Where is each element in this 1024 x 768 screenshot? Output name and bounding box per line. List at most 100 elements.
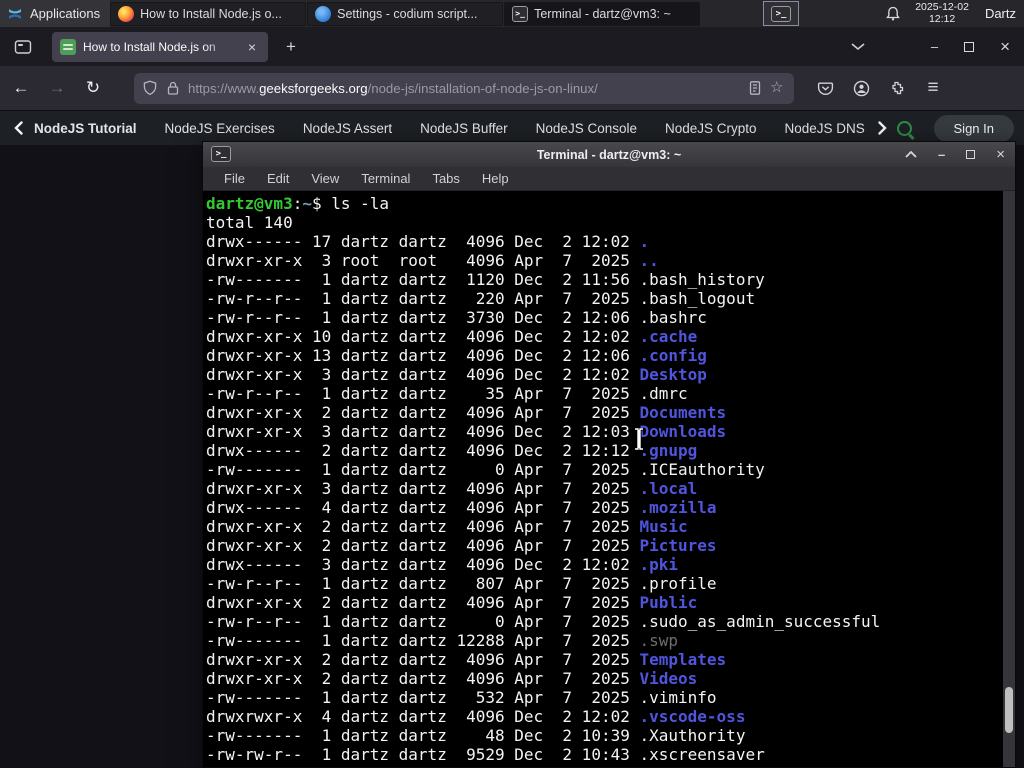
url-text: https://www.geeksforgeeks.org/node-js/in… <box>188 81 740 96</box>
sitenav-link-1[interactable]: NodeJS Tutorial <box>28 121 151 136</box>
terminal-menu-edit[interactable]: Edit <box>256 171 300 186</box>
panel-window-button-terminal[interactable]: Terminal - dartz@vm3: ~ <box>504 1 701 26</box>
sitenav-link-3[interactable]: NodeJS Assert <box>289 121 406 136</box>
terminal-launcher-button[interactable] <box>763 1 799 26</box>
panel-window-button-codium[interactable]: Settings - codium script... <box>307 1 504 26</box>
distro-logo-icon <box>6 5 24 23</box>
file-meta: drwxr-xr-x 3 root root 4096 Apr 7 2025 <box>206 251 640 270</box>
minimize-icon[interactable]: – <box>931 39 938 54</box>
terminal-scrollbar-thumb[interactable] <box>1005 687 1013 733</box>
minimize-icon[interactable]: – <box>938 147 945 162</box>
file-name: Downloads <box>639 422 727 441</box>
panel-window-buttons: How to Install Node.js o... Settings - co… <box>110 0 701 27</box>
terminal-icon <box>512 5 529 22</box>
terminal-line: drwxr-xr-x 2 dartz dartz 4096 Apr 7 2025… <box>206 650 1001 669</box>
terminal-line: drwxr-xr-x 3 dartz dartz 4096 Apr 7 2025… <box>206 479 1001 498</box>
url-domain: geeksforgeeks.org <box>259 80 368 96</box>
browser-tab[interactable]: How to Install Node.js on × <box>52 32 268 62</box>
terminal-scrollbar[interactable] <box>1003 191 1015 767</box>
file-name: Documents <box>639 403 727 422</box>
pocket-icon[interactable] <box>816 79 834 97</box>
terminal-title: Terminal - dartz@vm3: ~ <box>536 147 682 162</box>
terminal-line: -rw-r--r-- 1 dartz dartz 0 Apr 7 2025 .s… <box>206 612 1001 631</box>
file-name: .pki <box>639 555 679 574</box>
sitenav-link-5[interactable]: NodeJS Console <box>522 121 651 136</box>
firefox-icon <box>118 5 135 22</box>
file-name: .config <box>639 346 707 365</box>
panel-window-button-firefox[interactable]: How to Install Node.js o... <box>110 1 307 26</box>
file-name: .bashrc <box>639 308 707 327</box>
search-icon[interactable] <box>896 120 912 136</box>
file-meta: -rw-r--r-- 1 dartz dartz 807 Apr 7 2025 <box>206 574 640 593</box>
file-meta: -rw-r--r-- 1 dartz dartz 3730 Dec 2 12:0… <box>206 308 640 327</box>
back-icon[interactable]: ← <box>6 73 36 103</box>
terminal-window-controls: – × <box>905 142 1005 167</box>
sitenav-link-6[interactable]: NodeJS Crypto <box>651 121 771 136</box>
applications-menu-button[interactable]: Applications <box>0 0 111 27</box>
clock-time: 12:12 <box>928 12 956 25</box>
firefox-toolbar: ← → ↻ https://www.geeksforgeeks.org/node… <box>0 66 1024 111</box>
terminal-line: -rw------- 1 dartz dartz 12288 Apr 7 202… <box>206 631 1001 650</box>
list-all-tabs-icon[interactable] <box>851 38 865 56</box>
terminal-line: -rw-r--r-- 1 dartz dartz 3730 Dec 2 12:0… <box>206 308 1001 327</box>
file-meta: drwxr-xr-x 3 dartz dartz 4096 Dec 2 12:0… <box>206 422 640 441</box>
extensions-puzzle-icon[interactable] <box>888 79 906 97</box>
bookmark-star-icon[interactable]: ☆ <box>770 80 786 96</box>
terminal-line: drwxrwxr-x 4 dartz dartz 4096 Dec 2 12:0… <box>206 707 1001 726</box>
file-meta: drwxr-xr-x 2 dartz dartz 4096 Apr 7 2025 <box>206 536 640 555</box>
file-meta: -rw------- 1 dartz dartz 1120 Dec 2 11:5… <box>206 270 640 289</box>
file-name: .cache <box>639 327 698 346</box>
new-tab-button[interactable]: + <box>278 34 304 60</box>
terminal-menu-view[interactable]: View <box>300 171 350 186</box>
file-name: . <box>639 232 650 251</box>
sitenav-link-2[interactable]: NodeJS Exercises <box>151 121 289 136</box>
file-meta: -rw-r--r-- 1 dartz dartz 35 Apr 7 2025 <box>206 384 640 403</box>
file-meta: drwx------ 4 dartz dartz 4096 Apr 7 2025 <box>206 498 640 517</box>
file-name: .bash_logout <box>639 289 756 308</box>
account-icon[interactable] <box>852 79 870 97</box>
sign-in-button[interactable]: Sign In <box>933 114 1014 142</box>
tab-close-icon[interactable]: × <box>244 38 260 56</box>
shield-icon[interactable] <box>142 80 158 96</box>
file-name: .mozilla <box>639 498 717 517</box>
terminal-output-area[interactable]: dartz@vm3:~$ ls -la total 140 drwx------… <box>203 191 1015 767</box>
terminal-title-bar[interactable]: Terminal - dartz@vm3: ~ – × <box>203 142 1015 167</box>
close-icon[interactable]: × <box>996 146 1005 163</box>
terminal-menu-help[interactable]: Help <box>471 171 520 186</box>
lock-icon[interactable] <box>165 80 181 96</box>
file-meta: drwxr-xr-x 3 dartz dartz 4096 Dec 2 12:0… <box>206 365 640 384</box>
terminal-menu-terminal[interactable]: Terminal <box>350 171 421 186</box>
prompt-segment: : <box>292 194 303 213</box>
terminal-menu-tabs[interactable]: Tabs <box>421 171 470 186</box>
maximize-icon[interactable] <box>966 150 976 159</box>
top-panel: Applications How to Install Node.js o...… <box>0 0 1024 27</box>
shade-icon[interactable] <box>905 151 917 158</box>
maximize-icon[interactable] <box>964 41 975 52</box>
terminal-line: drwxr-xr-x 2 dartz dartz 4096 Apr 7 2025… <box>206 536 1001 555</box>
notification-bell-icon[interactable] <box>885 6 901 22</box>
close-icon[interactable]: × <box>1000 37 1010 57</box>
sitenav-links: NodeJS Tutorial NodeJS Exercises NodeJS As… <box>28 121 873 136</box>
sitenav-link-4[interactable]: NodeJS Buffer <box>406 121 522 136</box>
terminal-line: -rw------- 1 dartz dartz 1120 Dec 2 11:5… <box>206 270 1001 289</box>
terminal-window: Terminal - dartz@vm3: ~ – × FileEditView… <box>202 141 1016 768</box>
panel-clock[interactable]: 2025-12-02 12:12 <box>915 1 969 25</box>
applications-label: Applications <box>30 6 101 21</box>
file-name: Pictures <box>639 536 717 555</box>
firefox-view-icon[interactable] <box>8 33 38 61</box>
scroll-left-chevron-icon[interactable] <box>10 119 28 137</box>
menu-hamburger-icon[interactable]: ≡ <box>924 77 942 98</box>
url-scheme: https://www. <box>188 80 260 96</box>
terminal-menu-file[interactable]: File <box>213 171 256 186</box>
window-button-label: Settings - codium script... <box>337 6 478 21</box>
file-meta: -rw------- 1 dartz dartz 0 Apr 7 2025 <box>206 460 640 479</box>
prompt-segment: $ ls -la <box>311 194 390 213</box>
url-bar[interactable]: https://www.geeksforgeeks.org/node-js/in… <box>134 72 794 104</box>
file-name: .dmrc <box>639 384 688 403</box>
scroll-right-chevron-icon[interactable] <box>873 119 891 137</box>
reader-mode-icon[interactable] <box>747 80 763 96</box>
toolbar-right-icons: ≡ <box>816 77 942 98</box>
sitenav-link-7[interactable]: NodeJS DNS <box>771 121 873 136</box>
reload-icon[interactable]: ↻ <box>78 73 108 103</box>
firefox-window-controls: – × <box>931 37 1024 57</box>
